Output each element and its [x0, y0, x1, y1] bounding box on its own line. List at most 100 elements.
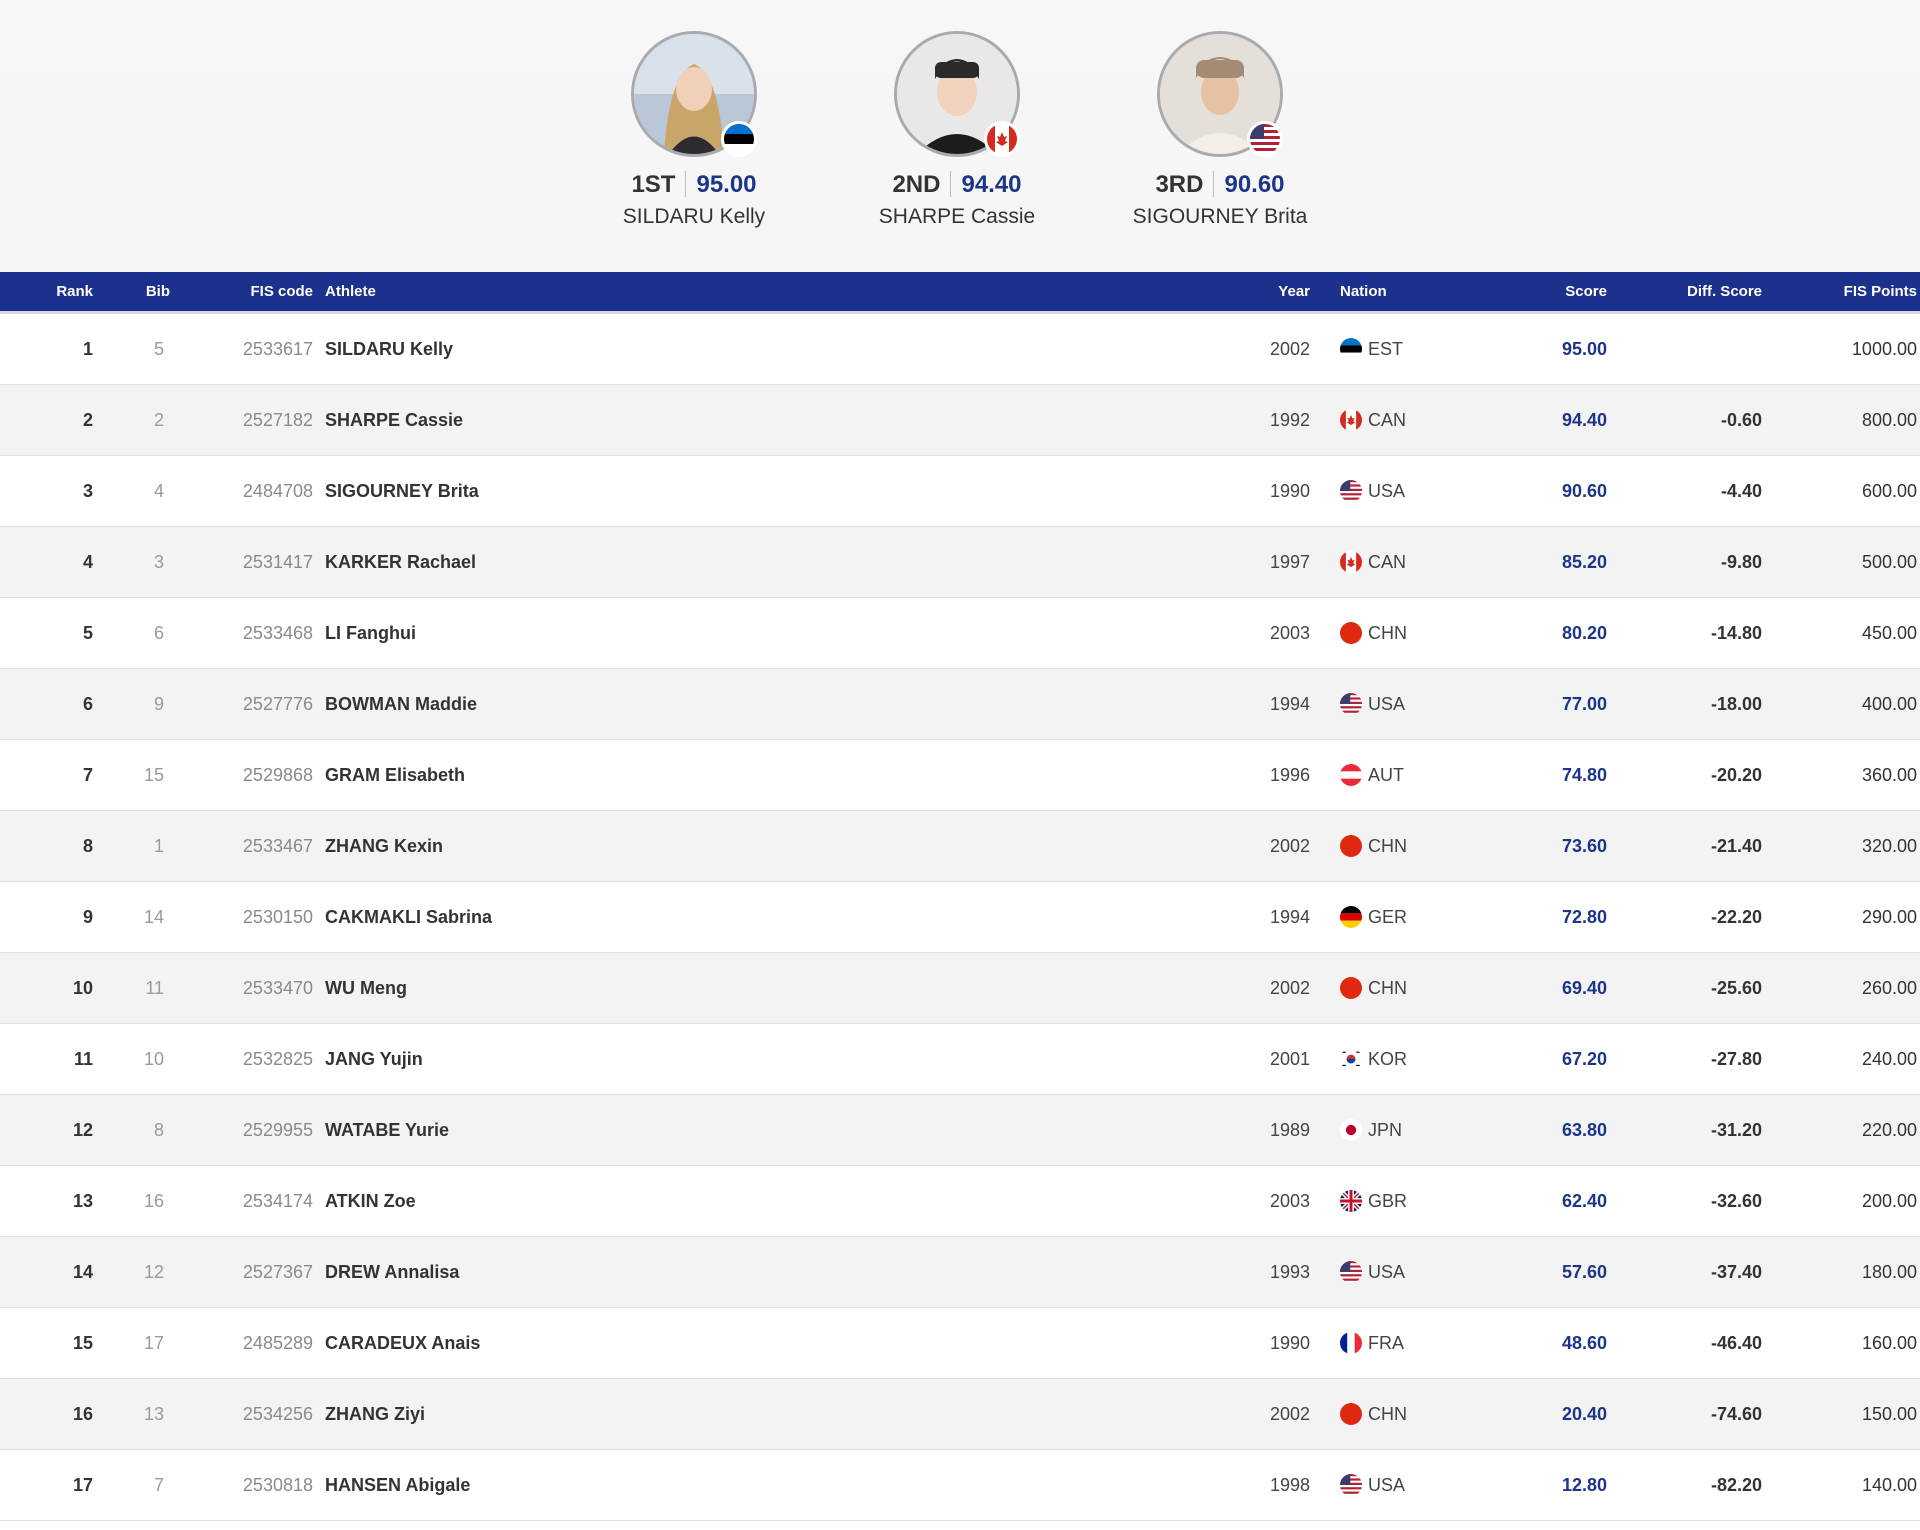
table-row[interactable]: 14 12 2527367 DREW Annalisa 1993 USA 57.60 -37.…	[0, 1237, 1920, 1308]
cell-score: 94.40	[1561, 409, 1607, 430]
podium-score: 90.60	[1224, 171, 1285, 198]
cell-score: 69.40	[1561, 977, 1607, 998]
cell-athlete[interactable]: KARKER Rachael	[325, 552, 1260, 573]
nation-code: USA	[1368, 480, 1406, 501]
cell-fis-points: 160.00	[1861, 1332, 1917, 1353]
cell-year: 1992	[1269, 409, 1310, 430]
cell-fis-code: 2484708	[242, 480, 313, 501]
table-row[interactable]: 11 10 2532825 JANG Yujin 2001 KOR 67.20 -27.80 2…	[0, 1024, 1920, 1095]
table-row[interactable]: 5 6 2533468 LI Fanghui 2003 CHN 80.20 -14.80 450…	[0, 598, 1920, 669]
header-fis-code[interactable]: FIS code	[170, 283, 325, 300]
avatar[interactable]	[894, 31, 1020, 157]
cell-diff-score: -32.60	[1710, 1190, 1762, 1211]
table-row[interactable]: 15 17 2485289 CARADEUX Anais 1990 FRA 48.60 -46…	[0, 1308, 1920, 1379]
cell-rank: 5	[82, 622, 93, 643]
cell-athlete[interactable]: ZHANG Kexin	[325, 836, 1260, 857]
table-row[interactable]: 3 4 2484708 SIGOURNEY Brita 1990 USA 90.60 -4.4…	[0, 456, 1920, 527]
table-row[interactable]: 13 16 2534174 ATKIN Zoe 2003 GBR 62.40 -32.60 20…	[0, 1166, 1920, 1237]
table-row[interactable]: 1 5 2533617 SILDARU Kelly 2002 EST 95.00 1000.0…	[0, 314, 1920, 385]
cell-athlete[interactable]: LI Fanghui	[325, 623, 1260, 644]
header-rank[interactable]: Rank	[0, 283, 100, 300]
table-row[interactable]: 9 14 2530150 CAKMAKLI Sabrina 1994 GER 72.80 -2…	[0, 882, 1920, 953]
header-bib[interactable]: Bib	[100, 283, 170, 300]
cell-bib: 4	[153, 480, 164, 501]
cell-fis-points: 220.00	[1861, 1119, 1917, 1140]
cell-athlete[interactable]: SHARPE Cassie	[325, 410, 1260, 431]
podium-first[interactable]: 1ST 95.00 SILDARU Kelly	[564, 31, 824, 229]
cell-bib: 3	[153, 551, 164, 572]
table-row[interactable]: 4 3 2531417 KARKER Rachael 1997 CAN 85.20 -9.80…	[0, 527, 1920, 598]
cell-nation: USA	[1310, 693, 1490, 715]
podium-second[interactable]: 2ND 94.40 SHARPE Cassie	[827, 31, 1087, 229]
cell-athlete[interactable]: HANSEN Abigale	[325, 1475, 1260, 1496]
header-athlete[interactable]: Athlete	[325, 283, 1260, 300]
table-row[interactable]: 10 11 2533470 WU Meng 2002 CHN 69.40 -25.60 260.…	[0, 953, 1920, 1024]
cell-nation: AUT	[1310, 764, 1490, 786]
cell-fis-code: 2485289	[242, 1332, 313, 1353]
table-row[interactable]: 7 15 2529868 GRAM Elisabeth 1996 AUT 74.80 -20.…	[0, 740, 1920, 811]
podium-place: 2ND	[892, 171, 941, 198]
cell-fis-code: 2530150	[242, 906, 313, 927]
cell-athlete[interactable]: CAKMAKLI Sabrina	[325, 907, 1260, 928]
cell-athlete[interactable]: GRAM Elisabeth	[325, 765, 1260, 786]
header-year[interactable]: Year	[1260, 283, 1310, 300]
cell-diff-score: -27.80	[1710, 1048, 1762, 1069]
table-row[interactable]: 16 13 2534256 ZHANG Ziyi 2002 CHN 20.40 -74.60 1…	[0, 1379, 1920, 1450]
cell-bib: 12	[143, 1261, 164, 1282]
cell-year: 2003	[1269, 1190, 1310, 1211]
cell-athlete[interactable]: CARADEUX Anais	[325, 1333, 1260, 1354]
podium-athlete-name[interactable]: SIGOURNEY Brita	[1090, 205, 1350, 229]
cell-bib: 6	[153, 622, 164, 643]
header-diff-score[interactable]: Diff. Score	[1607, 283, 1762, 300]
table-row[interactable]: 12 8 2529955 WATABE Yurie 1989 JPN 63.80 -31.20…	[0, 1095, 1920, 1166]
cell-rank: 14	[72, 1261, 93, 1282]
cell-year: 2001	[1269, 1048, 1310, 1069]
france-flag-icon	[1340, 1332, 1362, 1354]
cell-athlete[interactable]: ATKIN Zoe	[325, 1191, 1260, 1212]
cell-diff-score: -25.60	[1710, 977, 1762, 998]
header-fis-points[interactable]: FIS Points	[1762, 283, 1917, 300]
cell-bib: 9	[153, 693, 164, 714]
cell-nation: CAN	[1310, 409, 1490, 431]
cell-athlete[interactable]: ZHANG Ziyi	[325, 1404, 1260, 1425]
table-row[interactable]: 6 9 2527776 BOWMAN Maddie 1994 USA 77.00 -18.00…	[0, 669, 1920, 740]
nation-code: FRA	[1368, 1332, 1404, 1353]
cell-athlete[interactable]: JANG Yujin	[325, 1049, 1260, 1070]
cell-nation: GER	[1310, 906, 1490, 928]
cell-nation: JPN	[1310, 1119, 1490, 1141]
cell-score: 57.60	[1561, 1261, 1607, 1282]
cell-athlete[interactable]: WATABE Yurie	[325, 1120, 1260, 1141]
cell-fis-code: 2529868	[242, 764, 313, 785]
cell-athlete[interactable]: SILDARU Kelly	[325, 339, 1260, 360]
podium-third[interactable]: 3RD 90.60 SIGOURNEY Brita	[1090, 31, 1350, 229]
table-row[interactable]: 2 2 2527182 SHARPE Cassie 1992 CAN 94.40 -0.60 8…	[0, 385, 1920, 456]
cell-fis-code: 2533617	[242, 338, 313, 359]
podium-athlete-name[interactable]: SHARPE Cassie	[827, 205, 1087, 229]
cell-athlete[interactable]: WU Meng	[325, 978, 1260, 999]
avatar[interactable]	[631, 31, 757, 157]
cell-fis-points: 800.00	[1861, 409, 1917, 430]
cell-rank: 1	[82, 338, 93, 359]
header-score[interactable]: Score	[1490, 283, 1607, 300]
cell-bib: 13	[143, 1403, 164, 1424]
podium-athlete-name[interactable]: SILDARU Kelly	[564, 205, 824, 229]
cell-athlete[interactable]: SIGOURNEY Brita	[325, 481, 1260, 502]
cell-rank: 8	[82, 835, 93, 856]
cell-year: 2002	[1269, 835, 1310, 856]
cell-score: 63.80	[1561, 1119, 1607, 1140]
cell-nation: FRA	[1310, 1332, 1490, 1354]
nation-code: EST	[1368, 338, 1404, 359]
nation-code: AUT	[1368, 764, 1404, 785]
cell-rank: 13	[72, 1190, 93, 1211]
table-row[interactable]: 8 1 2533467 ZHANG Kexin 2002 CHN 73.60 -21.40 32…	[0, 811, 1920, 882]
cell-fis-code: 2527776	[242, 693, 313, 714]
cell-diff-score: -18.00	[1710, 693, 1762, 714]
header-nation[interactable]: Nation	[1310, 283, 1490, 300]
cell-athlete[interactable]: DREW Annalisa	[325, 1262, 1260, 1283]
avatar[interactable]	[1157, 31, 1283, 157]
cell-year: 1996	[1269, 764, 1310, 785]
cell-bib: 11	[145, 977, 164, 998]
cell-athlete[interactable]: BOWMAN Maddie	[325, 694, 1260, 715]
table-row[interactable]: 17 7 2530818 HANSEN Abigale 1998 USA 12.80 -82.…	[0, 1450, 1920, 1521]
cell-bib: 10	[143, 1048, 164, 1069]
